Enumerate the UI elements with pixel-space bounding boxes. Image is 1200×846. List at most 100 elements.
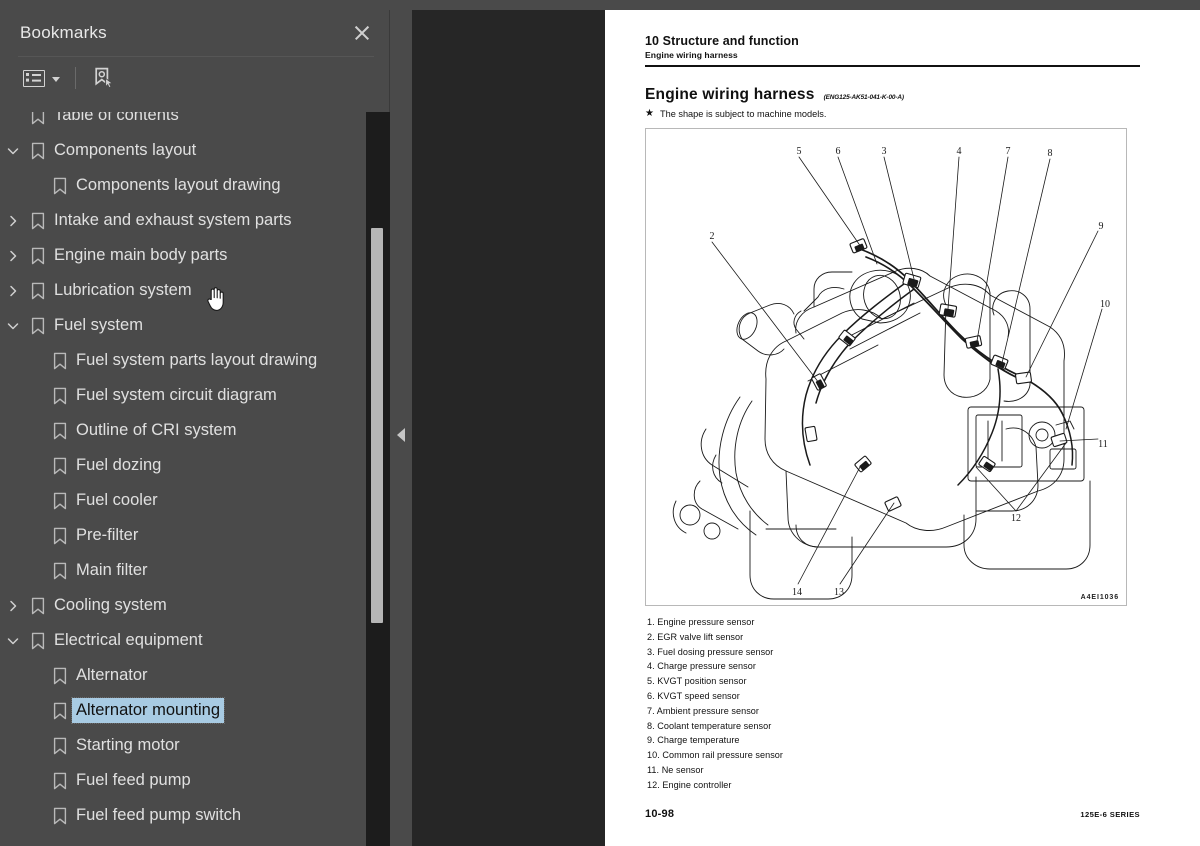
bookmark-label: Fuel cooler <box>76 491 158 510</box>
figure-callout-9: 9 <box>1099 221 1104 232</box>
tree-indent-spacer <box>22 413 48 448</box>
figure-callout-11: 11 <box>1098 439 1108 450</box>
bookmark-label: Components layout <box>54 141 197 160</box>
bookmark-item[interactable]: Fuel system <box>0 308 366 343</box>
pdf-viewer-area: 10 Structure and function Engine wiring … <box>390 10 1200 846</box>
close-icon[interactable] <box>349 20 375 46</box>
chevron-right-icon[interactable] <box>0 203 26 238</box>
tree-indent-spacer <box>22 693 48 728</box>
chevron-down-icon[interactable] <box>0 623 26 658</box>
tree-indent-spacer <box>0 112 26 133</box>
figure-callout-6: 6 <box>836 146 841 157</box>
bookmark-icon <box>48 728 72 763</box>
tree-indent-spacer <box>22 798 48 833</box>
bookmark-item[interactable]: Alternator <box>0 658 366 693</box>
bookmark-item[interactable]: Fuel dozing <box>0 448 366 483</box>
figure-code: A4EI1036 <box>1080 594 1119 601</box>
bookmark-label: Main filter <box>76 561 148 580</box>
bookmark-item[interactable]: Outline of CRI system <box>0 413 366 448</box>
bookmark-label: Fuel feed pump switch <box>76 806 242 825</box>
new-bookmark-icon <box>95 67 114 89</box>
bookmark-item[interactable]: Starting motor <box>0 728 366 763</box>
bookmark-label: Fuel dozing <box>76 456 162 475</box>
bookmark-item[interactable]: Fuel feed pump switch <box>0 798 366 833</box>
scrollbar-thumb[interactable] <box>371 228 383 623</box>
window-top-strip-right <box>605 0 1200 10</box>
chevron-right-icon[interactable] <box>0 273 26 308</box>
document-page: 10 Structure and function Engine wiring … <box>605 10 1200 846</box>
legend-item: 10. Common rail pressure sensor <box>647 750 783 761</box>
bookmark-item[interactable]: Components layout drawing <box>0 168 366 203</box>
page-header: 10 Structure and function Engine wiring … <box>645 34 1140 67</box>
pdf-viewer-window: Bookmarks Table of contents Components la… <box>0 0 1200 846</box>
vertical-scrollbar[interactable] <box>366 112 390 846</box>
bookmark-item[interactable]: Fuel feed pump <box>0 763 366 798</box>
bookmark-item[interactable]: Intake and exhaust system parts <box>0 203 366 238</box>
bookmark-item[interactable]: Alternator mounting <box>0 693 366 728</box>
header-chapter: 10 Structure and function <box>645 34 799 48</box>
tree-indent-spacer <box>22 168 48 203</box>
bookmark-label: Alternator <box>76 666 148 685</box>
bookmark-icon <box>26 588 50 623</box>
bookmark-label: Electrical equipment <box>54 631 203 650</box>
tree-indent-spacer <box>22 343 48 378</box>
new-bookmark-button[interactable] <box>86 62 120 94</box>
chevron-down-icon[interactable] <box>0 308 26 343</box>
bookmarks-panel: Bookmarks Table of contents Components la… <box>0 10 390 846</box>
legend-item: 7. Ambient pressure sensor <box>647 705 759 716</box>
bookmark-label: Cooling system <box>54 596 167 615</box>
figure-callout-2: 2 <box>710 231 715 242</box>
chevron-down-icon[interactable] <box>0 133 26 168</box>
bookmark-item[interactable]: Main filter <box>0 553 366 588</box>
bookmark-item[interactable]: Engine main body parts <box>0 238 366 273</box>
panel-title: Bookmarks <box>20 23 107 42</box>
header-subtitle: Engine wiring harness <box>645 50 738 60</box>
bookmark-icon <box>48 763 72 798</box>
header-rule <box>645 65 1140 67</box>
tree-indent-spacer <box>22 518 48 553</box>
figure-callout-10: 10 <box>1100 299 1110 310</box>
list-options-icon <box>23 69 45 87</box>
bookmark-item[interactable]: Components layout <box>0 133 366 168</box>
bookmark-label: Engine main body parts <box>54 246 228 265</box>
bookmark-icon <box>48 343 72 378</box>
bookmark-icon <box>26 308 50 343</box>
bookmark-icon <box>48 693 72 728</box>
bookmarks-panel-header: Bookmarks <box>0 10 389 56</box>
chevron-right-icon[interactable] <box>0 588 26 623</box>
bookmark-icon <box>26 112 50 133</box>
bookmark-item[interactable]: Pre-filter <box>0 518 366 553</box>
tree-indent-spacer <box>22 728 48 763</box>
bookmark-icon <box>48 483 72 518</box>
bookmark-label: Intake and exhaust system parts <box>54 211 292 230</box>
bookmark-icon <box>48 168 72 203</box>
bookmark-icon <box>26 203 50 238</box>
figure-legend: 1. Engine pressure sensor 2. EGR valve li… <box>645 615 1140 793</box>
legend-item: 3. Fuel dosing pressure sensor <box>647 646 774 657</box>
bookmark-item[interactable]: Lubrication system <box>0 273 366 308</box>
legend-item: 8. Coolant temperature sensor <box>647 720 772 731</box>
bookmark-item[interactable]: Table of contents <box>0 112 366 133</box>
tree-indent-spacer <box>22 483 48 518</box>
figure-callout-4: 4 <box>957 146 962 157</box>
bookmarks-tree[interactable]: Table of contents Components layout Compon… <box>0 112 390 846</box>
collapse-left-icon[interactable] <box>397 428 405 442</box>
bookmark-item[interactable]: Fuel cooler <box>0 483 366 518</box>
bookmark-icon <box>48 553 72 588</box>
section-note: ★ The shape is subject to machine models… <box>645 109 1140 120</box>
tree-indent-spacer <box>22 553 48 588</box>
bookmark-item[interactable]: Cooling system <box>0 588 366 623</box>
chevron-down-icon <box>52 77 60 82</box>
bookmark-icon <box>48 413 72 448</box>
bookmark-options-button[interactable] <box>18 66 65 91</box>
bookmark-label: Fuel system <box>54 316 143 335</box>
bookmark-icon <box>48 378 72 413</box>
bookmark-item[interactable]: Fuel system circuit diagram <box>0 378 366 413</box>
bookmark-item[interactable]: Fuel system parts layout drawing <box>0 343 366 378</box>
bookmark-item[interactable]: Electrical equipment <box>0 623 366 658</box>
chevron-right-icon[interactable] <box>0 238 26 273</box>
bookmark-icon <box>26 238 50 273</box>
section-title: Engine wiring harness <box>645 86 815 103</box>
bookmark-label: Fuel system parts layout drawing <box>76 351 318 370</box>
bookmark-label: Fuel system circuit diagram <box>76 386 277 405</box>
